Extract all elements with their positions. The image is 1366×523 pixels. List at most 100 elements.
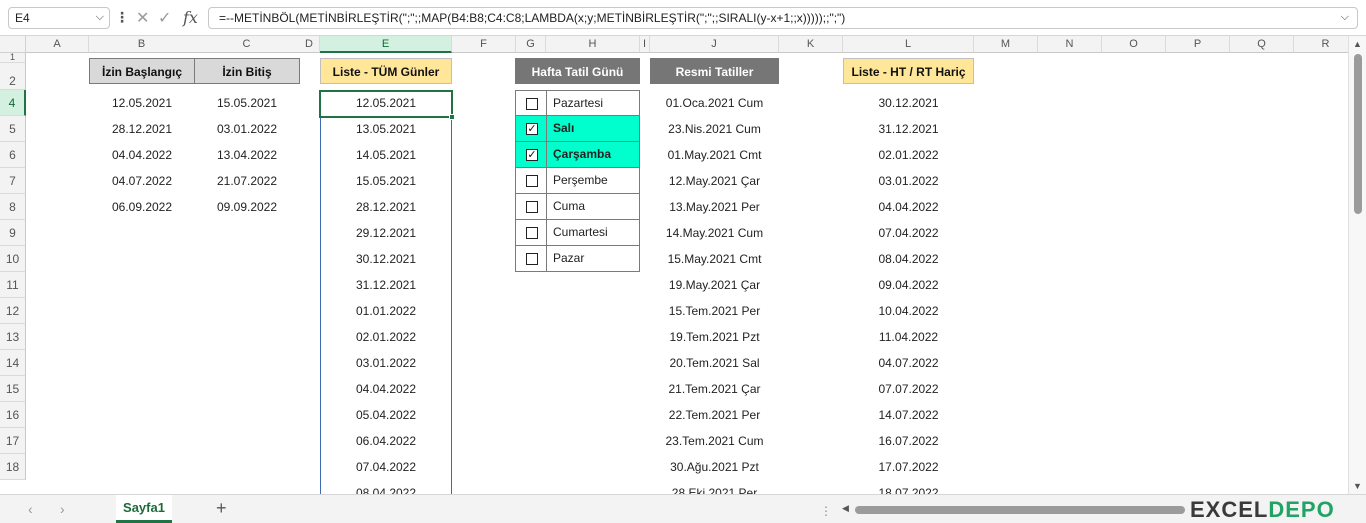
row-header-14[interactable]: 14 — [0, 350, 26, 376]
filtered-cell[interactable]: 10.04.2022 — [843, 298, 974, 324]
leave-end-cell[interactable]: 03.01.2022 — [194, 116, 300, 142]
column-header-m[interactable]: M — [974, 36, 1038, 53]
vertical-scrollbar[interactable]: ▲ ▼ — [1348, 36, 1366, 494]
row-header-12[interactable]: 12 — [0, 298, 26, 324]
row-header-17[interactable]: 17 — [0, 428, 26, 454]
column-header-k[interactable]: K — [779, 36, 843, 53]
scroll-left-icon[interactable]: ◀ — [842, 503, 849, 514]
filtered-cell[interactable]: 31.12.2021 — [843, 116, 974, 142]
tab-splitter-icon[interactable]: ⋮ — [820, 504, 832, 518]
scroll-up-icon[interactable]: ▲ — [1353, 39, 1362, 49]
chevron-down-icon[interactable]: ⌵ — [1341, 11, 1349, 24]
row-header-1[interactable]: 1 — [0, 53, 26, 63]
holiday-cell[interactable]: 19.Tem.2021 Pzt — [650, 324, 779, 350]
horizontal-scroll-thumb[interactable] — [855, 506, 1185, 514]
column-header-p[interactable]: P — [1166, 36, 1230, 53]
scroll-down-icon[interactable]: ▼ — [1353, 481, 1362, 491]
all-days-cell[interactable]: 01.01.2022 — [320, 298, 452, 324]
header-izin-bitis[interactable]: İzin Bitiş — [194, 58, 300, 84]
holiday-cell[interactable]: 01.Oca.2021 Cum — [650, 90, 779, 116]
select-all-corner[interactable] — [0, 36, 26, 53]
header-weekend[interactable]: Hafta Tatil Günü — [515, 58, 640, 84]
filtered-cell[interactable]: 17.07.2022 — [843, 454, 974, 480]
filtered-cell[interactable]: 07.07.2022 — [843, 376, 974, 402]
all-days-cell[interactable]: 02.01.2022 — [320, 324, 452, 350]
vertical-scroll-thumb[interactable] — [1354, 54, 1362, 214]
all-days-cell[interactable]: 28.12.2021 — [320, 194, 452, 220]
filtered-cell[interactable]: 04.04.2022 — [843, 194, 974, 220]
row-header-4[interactable]: 4 — [0, 90, 26, 116]
all-days-cell[interactable]: 15.05.2021 — [320, 168, 452, 194]
leave-end-cell[interactable]: 13.04.2022 — [194, 142, 300, 168]
checkbox-unchecked-icon[interactable] — [526, 175, 538, 187]
filtered-cell[interactable]: 16.07.2022 — [843, 428, 974, 454]
header-all-days[interactable]: Liste - TÜM Günler — [320, 58, 452, 84]
row-header-11[interactable]: 11 — [0, 272, 26, 298]
all-days-cell[interactable]: 13.05.2021 — [320, 116, 452, 142]
prev-sheet-icon[interactable]: ‹ — [28, 501, 33, 517]
header-izin-baslangic[interactable]: İzin Başlangıç — [89, 58, 195, 84]
holiday-cell[interactable]: 30.Ağu.2021 Pzt — [650, 454, 779, 480]
cancel-icon[interactable]: ✕ — [136, 8, 149, 28]
all-days-cell[interactable]: 31.12.2021 — [320, 272, 452, 298]
formula-input[interactable]: =--METİNBÖL(METİNBİRLEŞTİR(";";;MAP(B4:B… — [208, 7, 1358, 29]
row-header-13[interactable]: 13 — [0, 324, 26, 350]
row-header-7[interactable]: 7 — [0, 168, 26, 194]
active-cell-selection[interactable] — [319, 90, 453, 118]
row-header-18[interactable]: 18 — [0, 454, 26, 480]
row-header-15[interactable]: 15 — [0, 376, 26, 402]
row-header-8[interactable]: 8 — [0, 194, 26, 220]
holiday-cell[interactable]: 20.Tem.2021 Sal — [650, 350, 779, 376]
all-days-cell[interactable]: 04.04.2022 — [320, 376, 452, 402]
fill-handle[interactable] — [449, 114, 455, 120]
holiday-cell[interactable]: 28.Eki.2021 Per — [650, 480, 779, 494]
filtered-cell[interactable]: 03.01.2022 — [843, 168, 974, 194]
column-header-a[interactable]: A — [26, 36, 89, 53]
add-sheet-icon[interactable]: + — [216, 498, 227, 519]
filtered-cell[interactable]: 11.04.2022 — [843, 324, 974, 350]
column-header-f[interactable]: F — [452, 36, 516, 53]
checkbox-unchecked-icon[interactable] — [526, 227, 538, 239]
column-header-c[interactable]: C — [194, 36, 300, 53]
chevron-down-icon[interactable]: ⌵ — [96, 11, 104, 24]
column-header-b[interactable]: B — [89, 36, 195, 53]
filtered-cell[interactable]: 02.01.2022 — [843, 142, 974, 168]
column-header-h[interactable]: H — [546, 36, 640, 53]
holiday-cell[interactable]: 19.May.2021 Çar — [650, 272, 779, 298]
leave-start-cell[interactable]: 28.12.2021 — [89, 116, 195, 142]
worksheet-grid[interactable]: ABCDEFGHIJKLMNOPQR 123456789101112131415… — [0, 36, 1348, 494]
holiday-cell[interactable]: 14.May.2021 Cum — [650, 220, 779, 246]
row-header-6[interactable]: 6 — [0, 142, 26, 168]
column-header-g[interactable]: G — [516, 36, 546, 53]
column-header-n[interactable]: N — [1038, 36, 1102, 53]
leave-end-cell[interactable]: 09.09.2022 — [194, 194, 300, 220]
column-header-i[interactable]: I — [640, 36, 650, 53]
column-header-d[interactable]: D — [299, 36, 320, 53]
row-header-9[interactable]: 9 — [0, 220, 26, 246]
checkbox-unchecked-icon[interactable] — [526, 201, 538, 213]
checkbox-checked-icon[interactable]: ✓ — [526, 149, 538, 161]
next-sheet-icon[interactable]: › — [60, 501, 65, 517]
checkbox-checked-icon[interactable]: ✓ — [526, 123, 538, 135]
column-header-r[interactable]: R — [1294, 36, 1348, 53]
row-header-2[interactable]: 2 — [0, 63, 26, 90]
filtered-cell[interactable]: 08.04.2022 — [843, 246, 974, 272]
leave-start-cell[interactable]: 04.04.2022 — [89, 142, 195, 168]
holiday-cell[interactable]: 21.Tem.2021 Çar — [650, 376, 779, 402]
all-days-cell[interactable]: 14.05.2021 — [320, 142, 452, 168]
checkbox-unchecked-icon[interactable] — [526, 253, 538, 265]
filtered-cell[interactable]: 09.04.2022 — [843, 272, 974, 298]
leave-start-cell[interactable]: 12.05.2021 — [89, 90, 195, 116]
filtered-cell[interactable]: 14.07.2022 — [843, 402, 974, 428]
name-box[interactable]: E4 ⌵ — [8, 7, 110, 29]
leave-start-cell[interactable]: 04.07.2022 — [89, 168, 195, 194]
filtered-cell[interactable]: 04.07.2022 — [843, 350, 974, 376]
leave-end-cell[interactable]: 21.07.2022 — [194, 168, 300, 194]
column-header-e[interactable]: E — [320, 36, 452, 53]
column-header-j[interactable]: J — [650, 36, 779, 53]
holiday-cell[interactable]: 23.Tem.2021 Cum — [650, 428, 779, 454]
all-days-cell[interactable]: 29.12.2021 — [320, 220, 452, 246]
row-header-16[interactable]: 16 — [0, 402, 26, 428]
insert-function-icon[interactable]: fx — [183, 8, 198, 27]
all-days-cell[interactable]: 05.04.2022 — [320, 402, 452, 428]
